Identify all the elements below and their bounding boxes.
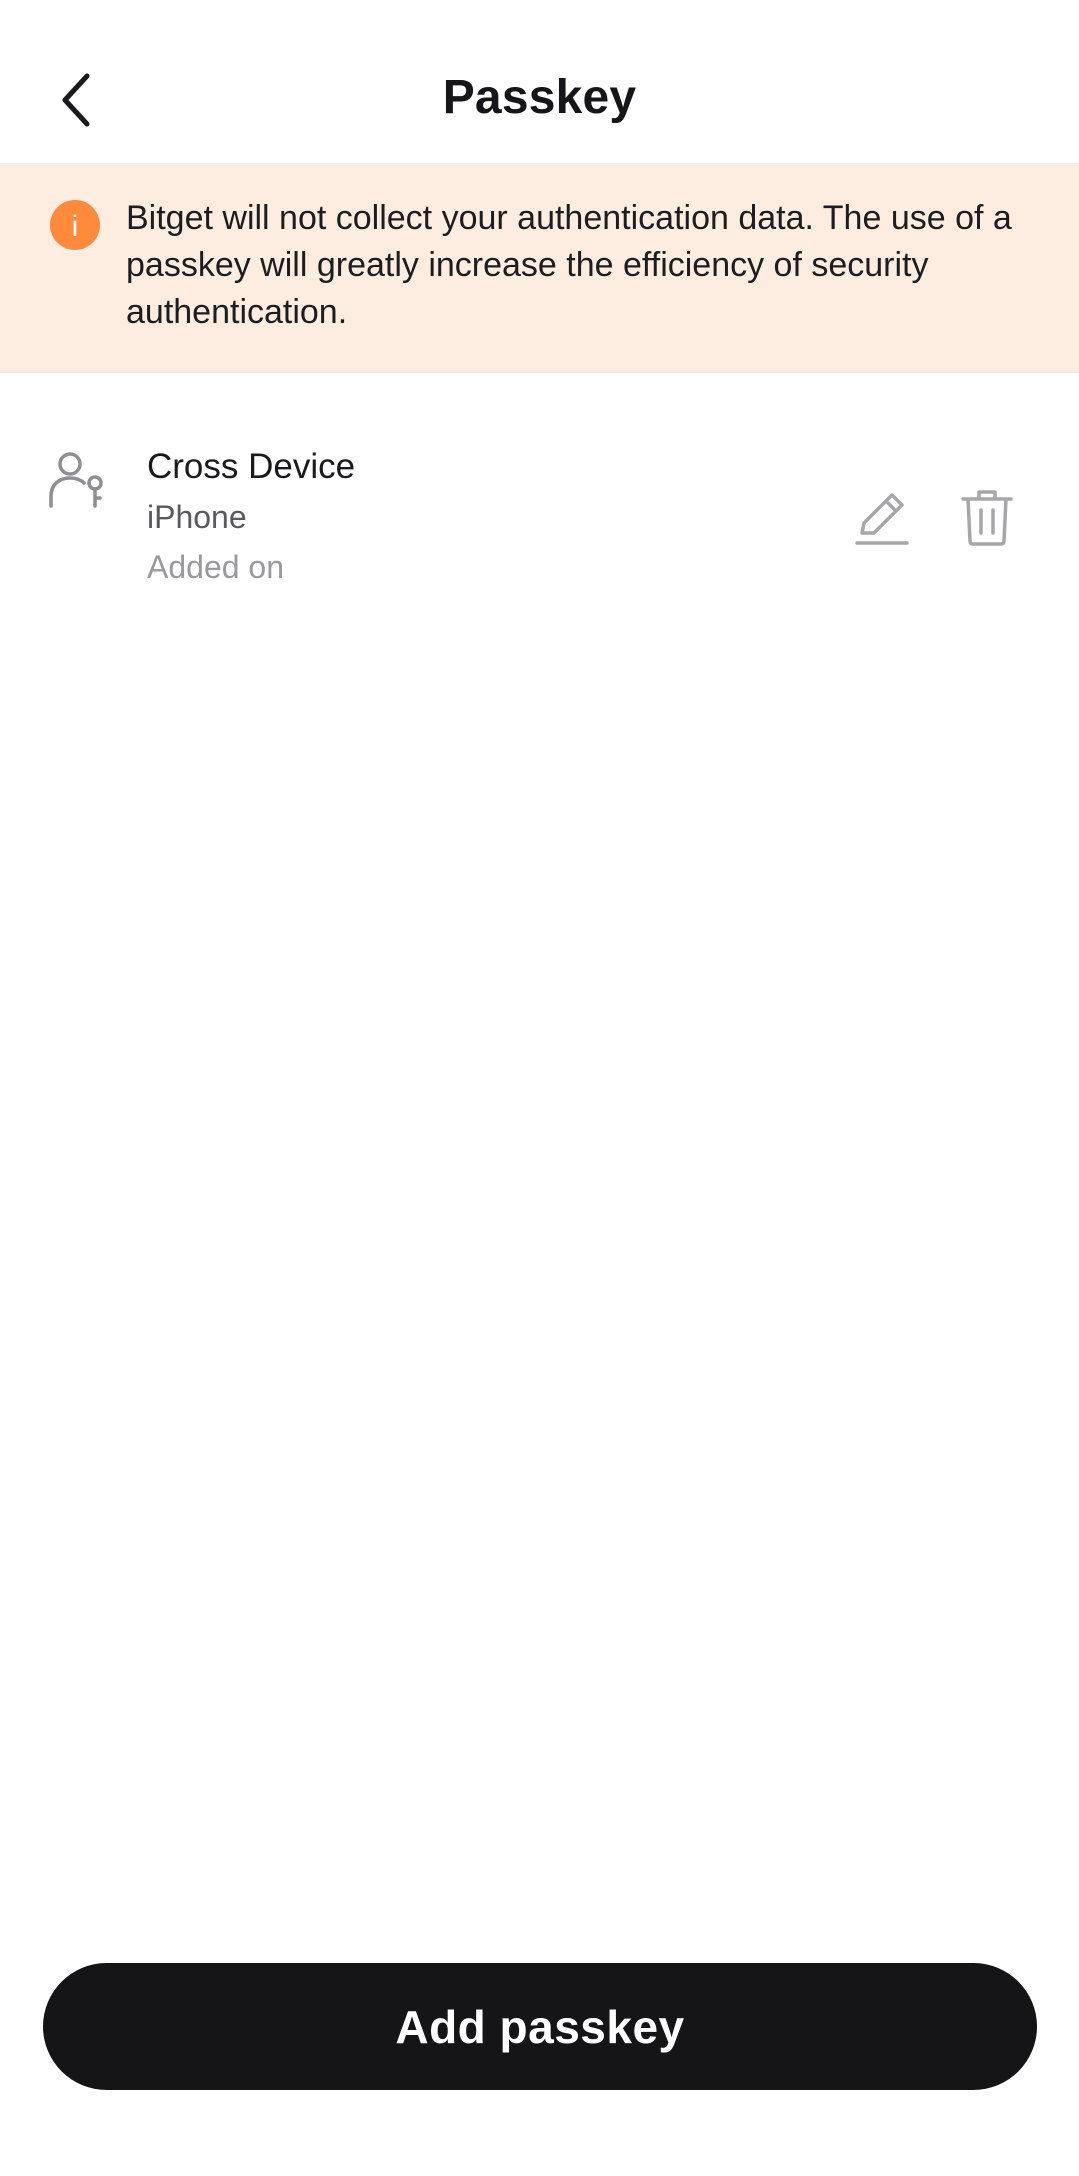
add-passkey-button[interactable]: Add passkey xyxy=(43,1963,1037,2090)
passkey-list-item: Cross Device iPhone Added on xyxy=(0,440,1079,600)
user-key-icon xyxy=(48,450,108,510)
pencil-icon xyxy=(855,493,909,545)
info-icon: i xyxy=(50,200,100,250)
header: Passkey xyxy=(0,0,1079,163)
page-title: Passkey xyxy=(442,71,637,124)
edit-passkey-button[interactable] xyxy=(850,485,914,549)
passkey-name: Cross Device xyxy=(147,447,356,486)
info-icon-glyph: i xyxy=(72,210,79,243)
passkey-page: Passkey i Bitget will not collect your a… xyxy=(0,0,1079,2176)
trash-icon xyxy=(961,490,1013,546)
notice-text: Bitget will not collect your authenticat… xyxy=(126,199,1012,331)
delete-passkey-button[interactable] xyxy=(955,485,1019,549)
passkey-device: iPhone xyxy=(147,499,247,535)
passkey-added-on: Added on xyxy=(147,549,285,585)
